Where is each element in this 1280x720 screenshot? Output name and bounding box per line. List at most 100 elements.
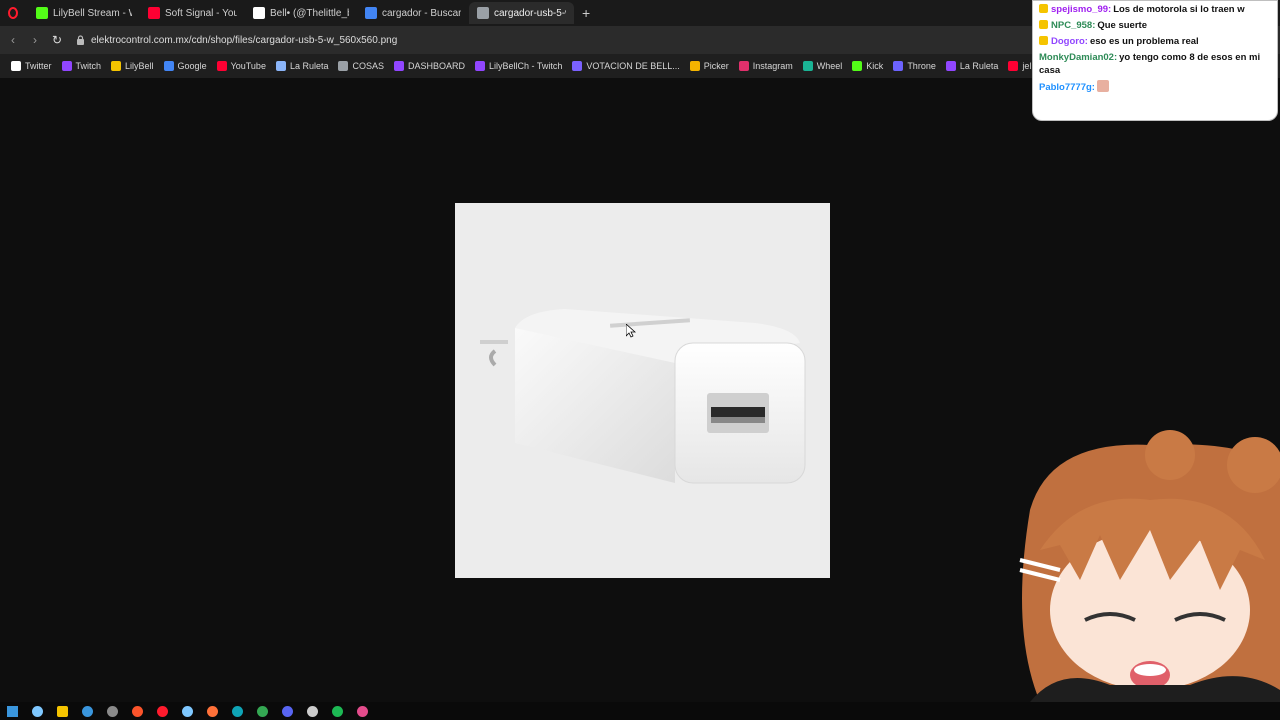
bookmark-label: LilyBellCh - Twitch [489,61,563,71]
bookmark-item[interactable]: Google [159,54,212,78]
taskbar [0,702,1280,720]
tab-0[interactable]: LilyBell Stream - Watch Li [28,2,140,24]
bookmark-label: La Ruleta [289,61,329,71]
bookmark-item[interactable]: La Ruleta [941,54,1004,78]
bookmark-item[interactable]: YouTube [212,54,271,78]
chat-text: eso es un problema real [1089,36,1199,47]
obs-icon[interactable] [304,704,320,718]
chat-message: spejismo_99: Los de motorola si lo traen … [1039,3,1271,16]
bookmark-item[interactable]: Kick [847,54,888,78]
bookmark-item[interactable]: Wheel [798,54,848,78]
spotify-icon[interactable] [329,704,345,718]
bookmark-item[interactable]: La Ruleta [271,54,334,78]
tab-2[interactable]: Bell• (@Thelittle_bell) / X [245,2,357,24]
streamer-avatar [1000,430,1280,702]
file-explorer-icon[interactable] [54,704,70,718]
chat-badge-icon [1039,20,1048,29]
opera-icon[interactable] [154,704,170,718]
bookmark-icon [338,61,349,71]
bookmark-item[interactable]: LilyBell [106,54,159,78]
new-tab-button[interactable]: + [574,5,598,21]
bookmark-item[interactable]: Twitch [57,54,107,78]
bookmark-icon [893,61,904,71]
chat-username: NPC_958: [1051,20,1096,31]
bookmark-icon [394,61,404,71]
chat-text: Los de motorola si lo traen w [1113,4,1245,15]
bookmark-label: Instagram [752,61,793,71]
bookmark-icon [689,61,700,71]
opera-logo-icon[interactable] [4,4,22,22]
bookmark-icon [216,61,227,71]
bookmark-icon [738,61,749,71]
app-icon[interactable] [179,704,195,718]
bookmark-item[interactable]: Picker [685,54,734,78]
url-field[interactable]: elektrocontrol.com.mx/cdn/shop/files/car… [76,29,1016,51]
bookmark-label: Twitch [75,61,102,71]
chat-username: Pablo7777g: [1039,82,1095,93]
bookmark-label: Throne [907,61,936,71]
bookmark-label: YouTube [230,61,266,71]
discord-icon[interactable] [279,704,295,718]
chat-username: spejismo_99: [1051,4,1112,15]
usb-charger-image [455,203,830,578]
app-icon[interactable] [104,704,120,718]
chat-badge-icon [1039,4,1048,13]
bookmark-item[interactable]: COSAS [333,54,389,78]
bookmark-label: Kick [866,61,884,71]
chat-username: Dogoro: [1051,36,1088,47]
app-icon[interactable] [79,704,95,718]
bookmark-icon [475,61,486,71]
bookmark-label: Twitter [25,61,52,71]
windows-start-icon[interactable] [4,704,20,718]
chat-message: Pablo7777g: [1039,80,1271,94]
chat-text: Que suerte [1097,20,1147,31]
reload-icon[interactable]: ↻ [46,29,68,51]
forward-arrow-icon[interactable]: › [24,29,46,51]
chrome-icon[interactable] [254,704,270,718]
tab-favicon-icon [477,7,489,19]
bookmark-label: Picker [703,61,729,71]
tab-favicon-icon [253,7,265,19]
firefox-icon[interactable] [204,704,220,718]
bookmark-label: La Ruleta [959,61,999,71]
bookmark-item[interactable]: LilyBellCh - Twitch [470,54,567,78]
tab-label: Soft Signal - YouTube [165,7,237,19]
chat-message: Dogoro: eso es un problema real [1039,35,1271,48]
brave-icon[interactable] [129,704,145,718]
app-icon[interactable] [29,704,45,718]
tab-4[interactable]: cargador-usb-5-w_560x5 [469,2,574,24]
tabs: LilyBell Stream - Watch Li Soft Signal - … [28,2,574,24]
stream-chat-overlay: spejismo_99: Los de motorola si lo traen … [1032,0,1278,121]
bookmark-item[interactable]: DASHBOARD [389,54,470,78]
edge-icon[interactable] [229,704,245,718]
tab-label: cargador-usb-5-w_560x5 [494,7,566,19]
back-arrow-icon[interactable]: ‹ [2,29,24,51]
app-icon[interactable] [354,704,370,718]
bookmark-item[interactable]: Twitter [6,54,57,78]
bookmark-icon [163,61,174,71]
bookmark-label: LilyBell [125,61,154,71]
bookmark-icon [802,61,813,71]
chat-badge-icon [1039,36,1048,45]
tab-favicon-icon [148,7,160,19]
tab-favicon-icon [365,7,377,19]
tab-1[interactable]: Soft Signal - YouTube [140,2,245,24]
bookmark-label: VOTACION DE BELL... [586,61,680,71]
chat-message: NPC_958: Que suerte [1039,19,1271,32]
bookmark-icon [572,61,583,71]
chat-message: MonkyDamian02: yo tengo como 8 de esos en… [1039,51,1271,77]
bookmark-icon [1008,61,1019,71]
url-text: elektrocontrol.com.mx/cdn/shop/files/car… [91,34,398,46]
bookmark-icon [11,61,21,71]
lock-icon [76,35,85,45]
bookmark-icon [945,61,956,71]
screen: LilyBell Stream - Watch Li Soft Signal - … [0,0,1280,720]
bookmark-item[interactable]: Throne [888,54,941,78]
bookmark-item[interactable]: Instagram [734,54,798,78]
bookmark-icon [61,61,72,71]
chat-username: MonkyDamian02: [1039,52,1118,63]
tab-3[interactable]: cargador - Buscar con Go [357,2,469,24]
bookmark-item[interactable]: VOTACION DE BELL... [567,54,684,78]
tab-label: LilyBell Stream - Watch Li [53,7,132,19]
bookmark-icon [852,61,863,71]
